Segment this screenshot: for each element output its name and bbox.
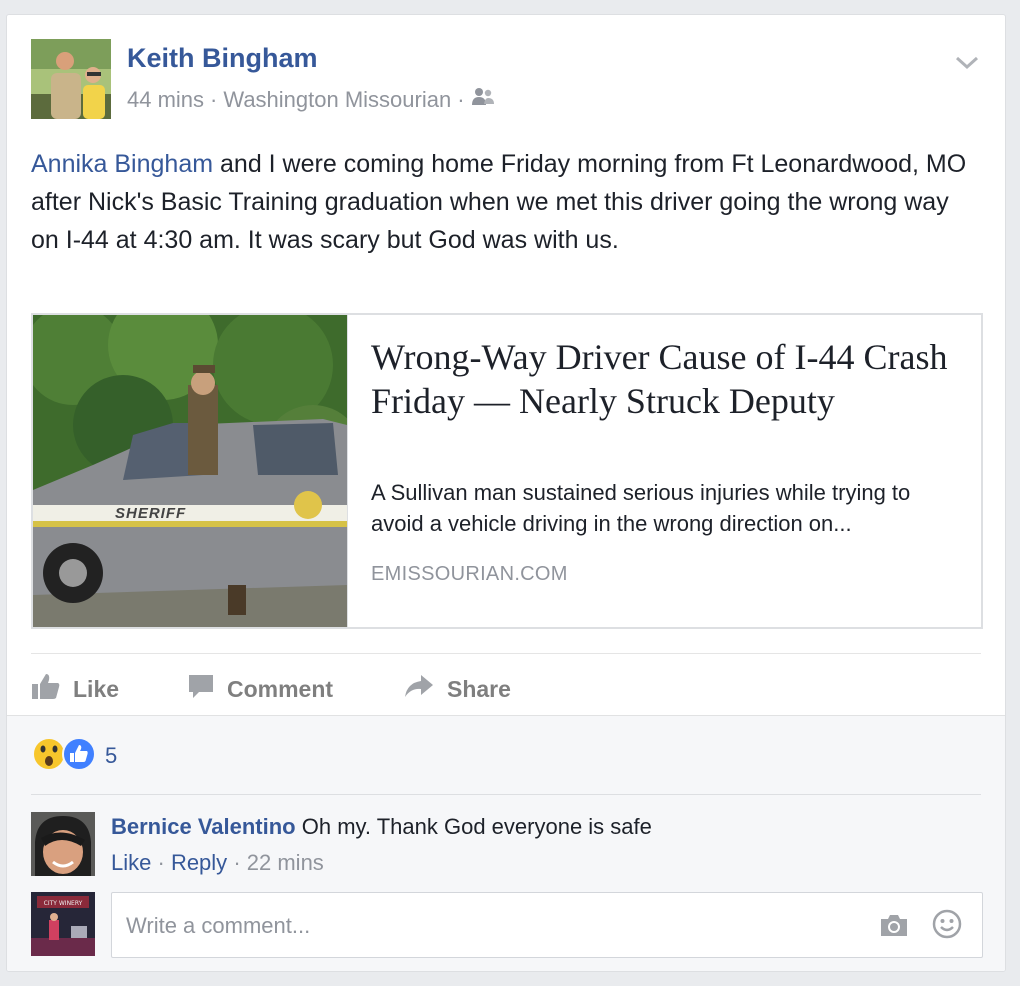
reactions-summary[interactable]: 5 bbox=[31, 736, 117, 777]
meta-separator: · bbox=[210, 87, 218, 112]
mention-link[interactable]: Annika Bingham bbox=[31, 150, 213, 178]
link-title[interactable]: Wrong-Way Driver Cause of I-44 Crash Fri… bbox=[371, 335, 951, 423]
comment-icon bbox=[187, 672, 215, 706]
comment-like-link[interactable]: Like bbox=[111, 850, 151, 875]
action-bar: Like Comment Share bbox=[31, 669, 731, 709]
like-icon bbox=[61, 736, 97, 777]
post-card: Keith Bingham 44 mins · Washington Misso… bbox=[6, 14, 1006, 972]
comment-meta: Like · Reply · 22 mins bbox=[111, 848, 652, 878]
chevron-down-icon[interactable] bbox=[953, 53, 981, 73]
like-button[interactable]: Like bbox=[31, 669, 119, 709]
share-arrow-icon bbox=[403, 673, 435, 705]
comment-time[interactable]: 22 mins bbox=[247, 850, 324, 875]
share-button[interactable]: Share bbox=[403, 669, 511, 709]
share-label: Share bbox=[447, 675, 511, 702]
camera-icon[interactable] bbox=[878, 911, 910, 939]
current-user-avatar: CITY WINERY bbox=[31, 892, 95, 956]
reaction-count[interactable]: 5 bbox=[105, 743, 117, 769]
comment-label: Comment bbox=[227, 675, 334, 702]
feedback-section: 5 Bernice Valentino Oh my. Thank God eve… bbox=[7, 715, 1005, 971]
comment-composer bbox=[111, 892, 983, 958]
author-avatar[interactable] bbox=[31, 39, 111, 119]
comment-text: Oh my. Thank God everyone is safe bbox=[301, 814, 652, 839]
avatar-sign-text: CITY WINERY bbox=[44, 900, 83, 907]
emoji-icon[interactable] bbox=[932, 909, 962, 939]
link-preview[interactable]: SHERIFF Wrong-Way Driver Cause of I-44 C… bbox=[31, 313, 983, 629]
comment-author[interactable]: Bernice Valentino bbox=[111, 814, 296, 839]
post-text: Annika Bingham and I were coming home Fr… bbox=[31, 145, 981, 259]
meta-separator: · bbox=[233, 850, 241, 875]
meta-separator: · bbox=[457, 87, 465, 112]
sheriff-text: SHERIFF bbox=[115, 505, 186, 522]
divider bbox=[31, 653, 981, 654]
friends-icon[interactable] bbox=[471, 87, 495, 113]
commenter-avatar[interactable] bbox=[31, 812, 95, 876]
meta-separator: · bbox=[157, 850, 165, 875]
comment-input[interactable] bbox=[124, 905, 848, 947]
author-name[interactable]: Keith Bingham bbox=[127, 43, 318, 74]
link-image[interactable]: SHERIFF bbox=[33, 315, 348, 627]
like-label: Like bbox=[73, 675, 120, 702]
post-time[interactable]: 44 mins bbox=[127, 87, 204, 113]
link-domain: EMISSOURIAN.COM bbox=[371, 563, 568, 585]
comment-button[interactable]: Comment bbox=[187, 669, 333, 709]
post-meta: 44 mins · Washington Missourian · bbox=[127, 87, 495, 113]
thumbs-up-icon bbox=[31, 672, 61, 706]
post-source[interactable]: Washington Missourian bbox=[223, 87, 451, 113]
link-description: A Sullivan man sustained serious injurie… bbox=[371, 480, 911, 536]
divider bbox=[31, 794, 981, 795]
post-header: Keith Bingham 44 mins · Washington Misso… bbox=[31, 39, 981, 119]
comment: Bernice Valentino Oh my. Thank God every… bbox=[111, 812, 652, 878]
comment-reply-link[interactable]: Reply bbox=[171, 850, 227, 875]
